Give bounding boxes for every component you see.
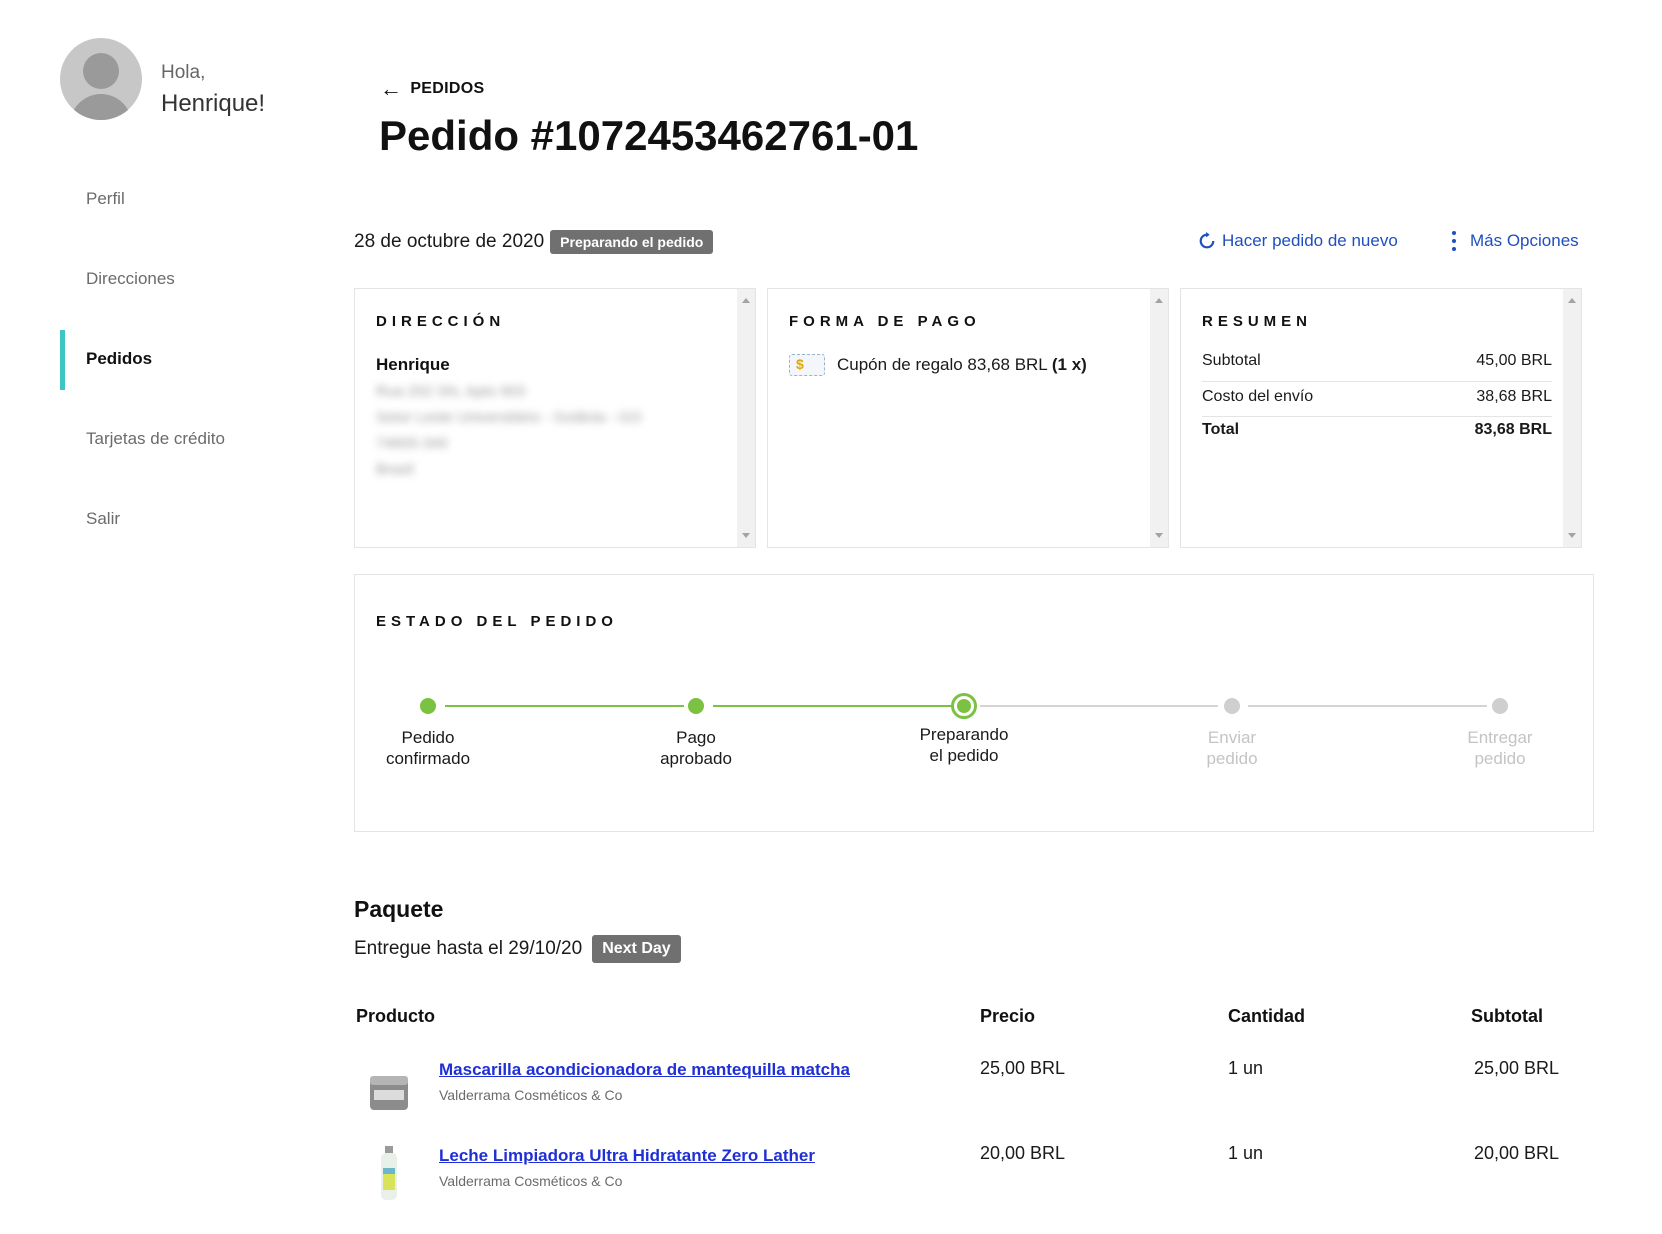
product-price: 25,00 BRL: [980, 1058, 1066, 1078]
product-subtotal: 20,00 BRL: [1474, 1143, 1560, 1163]
sidebar-item-tarjetas[interactable]: Tarjetas de crédito: [86, 429, 225, 449]
back-link[interactable]: ← PEDIDOS: [380, 76, 485, 101]
order-date-row: 28 de octubre de 2020 Preparando el pedi…: [354, 230, 714, 254]
package-delivery-row: Entregue hasta el 29/10/20 Next Day: [354, 935, 681, 963]
more-options-label: Más Opciones: [1470, 231, 1579, 250]
payment-method-label: Cupón de regalo 83,68 BRL: [837, 355, 1048, 374]
product-qty: 1 un: [1228, 1143, 1264, 1163]
payment-card: FORMA DE PAGO $ Cupón de regalo 83,68 BR…: [767, 288, 1169, 548]
step-dot-delivery: [1492, 698, 1508, 714]
address-name: Henrique: [376, 355, 450, 374]
user-name: Henrique!: [161, 90, 266, 117]
product-subtotal: 25,00 BRL: [1474, 1058, 1560, 1078]
shipping-badge: Next Day: [592, 935, 681, 963]
step-label-payment: Pago aprobado: [660, 728, 732, 768]
summary-card: RESUMEN Subtotal 45,00 BRL Costo del env…: [1180, 288, 1582, 548]
payment-scrollbar[interactable]: [1150, 289, 1168, 547]
address-scrollbar[interactable]: [737, 289, 755, 547]
step-dot-preparing: [951, 693, 977, 719]
order-status-card: ESTADO DEL PEDIDO Pedido confirmado Pago a…: [354, 574, 1594, 832]
avatar: [60, 38, 142, 120]
sidebar-item-direcciones[interactable]: Direcciones: [86, 269, 175, 289]
product-brand: Valderrama Cosméticos & Co: [439, 1087, 623, 1103]
delivery-date: Entregue hasta el 29/10/20: [354, 938, 583, 959]
kebab-menu-icon: [1452, 231, 1456, 251]
reorder-label: Hacer pedido de nuevo: [1222, 231, 1398, 250]
product-link[interactable]: Mascarilla acondicionadora de mantequill…: [439, 1060, 850, 1080]
step-label-confirmed: Pedido confirmado: [385, 728, 471, 768]
summary-total: Total 83,68 BRL: [1202, 421, 1552, 438]
payment-method: $ Cupón de regalo 83,68 BRL (1 x): [789, 354, 1087, 376]
column-header-product: Producto: [356, 1006, 435, 1026]
step-label-preparing: Preparando el pedido: [919, 725, 1009, 765]
arrow-left-icon: ←: [380, 76, 403, 101]
refresh-icon: [1199, 232, 1215, 249]
product-qty: 1 un: [1228, 1058, 1264, 1078]
gift-coupon-icon: $: [789, 354, 825, 376]
address-line: Brasil: [376, 461, 414, 478]
column-header-price: Precio: [980, 1006, 1036, 1026]
reorder-button[interactable]: Hacer pedido de nuevo: [1198, 231, 1398, 251]
order-status-title: ESTADO DEL PEDIDO: [376, 613, 618, 630]
greeting: Hola,: [161, 62, 206, 83]
progress-line-pending: [980, 705, 1218, 707]
sidebar-item-perfil[interactable]: Perfil: [86, 189, 125, 209]
sidebar: Hola, Henrique! Perfil Direcciones Pedid…: [0, 0, 330, 1234]
page-title: Pedido #1072453462761-01: [379, 112, 919, 159]
summary-scrollbar[interactable]: [1563, 289, 1581, 547]
progress-line-pending: [1248, 705, 1487, 707]
column-header-qty: Cantidad: [1228, 1006, 1306, 1026]
sidebar-item-salir[interactable]: Salir: [86, 509, 120, 529]
address-title: DIRECCIÓN: [376, 313, 506, 330]
sidebar-item-pedidos[interactable]: Pedidos: [86, 349, 152, 369]
back-label: PEDIDOS: [410, 80, 485, 97]
more-options-button[interactable]: Más Opciones: [1452, 231, 1579, 251]
address-line: Setor Leste Universitário - Goiânia - GO: [376, 409, 642, 426]
progress-line-done: [713, 705, 952, 707]
address-card: DIRECCIÓN Henrique Rua 252 SN, Apto 903 …: [354, 288, 756, 548]
payment-title: FORMA DE PAGO: [789, 313, 981, 330]
summary-title: RESUMEN: [1202, 313, 1313, 330]
progress-line-done: [445, 705, 684, 707]
product-price: 20,00 BRL: [980, 1143, 1066, 1163]
status-badge: Preparando el pedido: [550, 230, 714, 254]
step-label-delivery: Entregar pedido: [1467, 728, 1533, 768]
summary-shipping: Costo del envío 38,68 BRL: [1202, 388, 1552, 405]
column-header-subtotal: Subtotal: [1471, 1006, 1543, 1026]
step-dot-payment: [688, 698, 704, 714]
step-label-shipping: Enviar pedido: [1206, 728, 1258, 768]
active-indicator: [60, 330, 65, 390]
address-line: 74605-340: [376, 435, 448, 452]
step-dot-shipping: [1224, 698, 1240, 714]
package-title: Paquete: [354, 896, 444, 922]
product-brand: Valderrama Cosméticos & Co: [439, 1173, 623, 1189]
product-link[interactable]: Leche Limpiadora Ultra Hidratante Zero L…: [439, 1146, 815, 1166]
order-date: 28 de octubre de 2020: [354, 231, 545, 252]
step-dot-confirmed: [420, 698, 436, 714]
product-jar-image[interactable]: [366, 1066, 412, 1122]
payment-qty: (1 x): [1051, 355, 1087, 374]
product-bottle-image[interactable]: [366, 1146, 412, 1202]
address-line: Rua 252 SN, Apto 903: [376, 383, 526, 400]
summary-subtotal: Subtotal 45,00 BRL: [1202, 352, 1552, 369]
